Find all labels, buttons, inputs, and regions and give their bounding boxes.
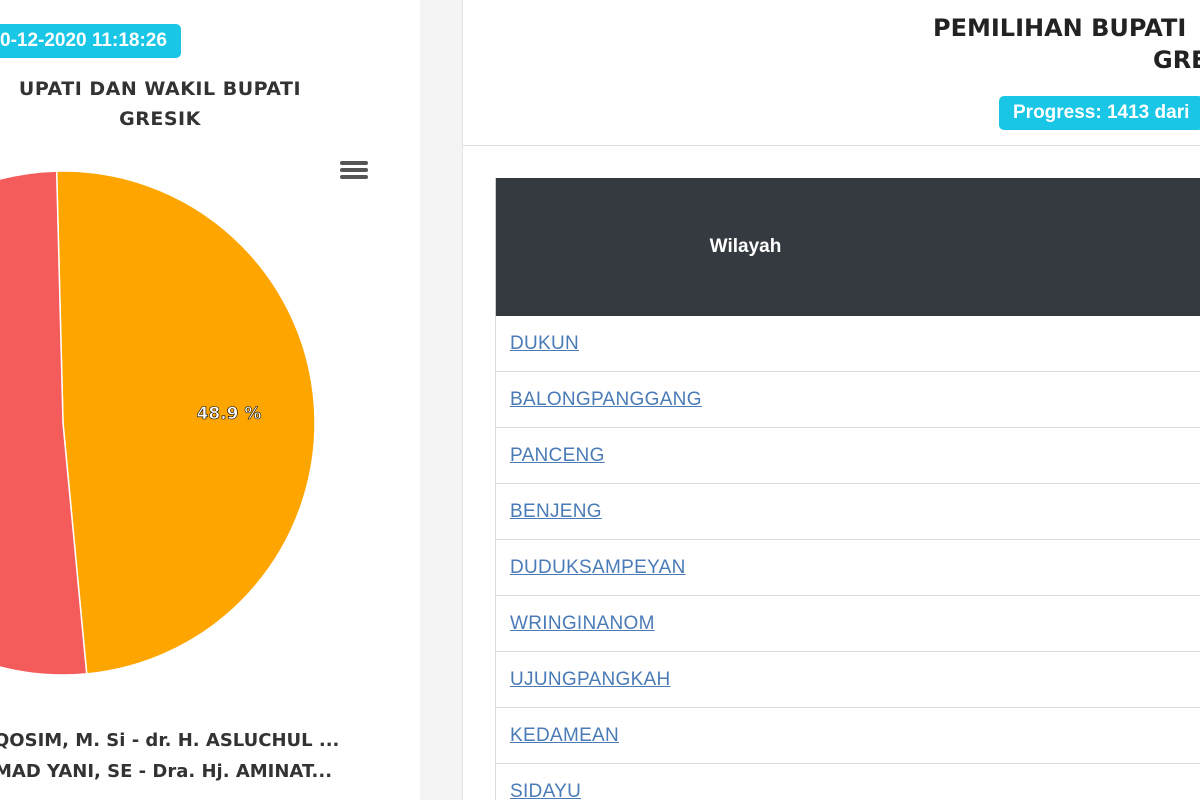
pie-data-label-2: 48.9 % <box>197 404 262 424</box>
table-row: KEDAMEAN <box>495 708 1200 764</box>
table-row: SIDAYU <box>495 764 1200 800</box>
table-row: WRINGINANOM <box>495 596 1200 652</box>
region-link[interactable]: WRINGINANOM <box>510 613 655 635</box>
region-link[interactable]: UJUNGPANGKAH <box>510 669 671 691</box>
legend-item-2[interactable]: MAD YANI, SE - Dra. Hj. AMINAT... <box>0 756 414 787</box>
progress-badge: Progress: 1413 dari <box>999 96 1200 130</box>
chart-legend: QOSIM, M. Si - dr. H. ASLUCHUL ... MAD Y… <box>0 725 414 787</box>
results-header: PEMILIHAN BUPATI GRE Progress: 1413 dari <box>463 0 1200 146</box>
panel-gap <box>420 0 462 800</box>
page-title-line2: GRE <box>1153 46 1200 74</box>
table-row: UJUNGPANGKAH <box>495 652 1200 708</box>
table-row: BENJENG <box>495 484 1200 540</box>
results-panel: PEMILIHAN BUPATI GRE Progress: 1413 dari… <box>462 0 1200 800</box>
region-link[interactable]: KEDAMEAN <box>510 725 619 747</box>
table-row: PANCENG <box>495 428 1200 484</box>
region-link[interactable]: PANCENG <box>510 445 605 467</box>
region-link[interactable]: DUDUKSAMPEYAN <box>510 557 686 579</box>
table-row: DUKUN <box>495 316 1200 372</box>
region-link[interactable]: BENJENG <box>510 501 602 523</box>
table-row: DUDUKSAMPEYAN <box>495 540 1200 596</box>
region-link[interactable]: BALONGPANGGANG <box>510 389 702 411</box>
results-table: Wilayah DUKUN BALONGPANGGANG PANCENG BEN… <box>495 178 1200 800</box>
page-title: PEMILIHAN BUPATI <box>933 14 1187 42</box>
region-link[interactable]: SIDAYU <box>510 781 581 800</box>
region-link[interactable]: DUKUN <box>510 333 579 355</box>
pie-slice-2[interactable] <box>55 170 316 675</box>
legend-item-1[interactable]: QOSIM, M. Si - dr. H. ASLUCHUL ... <box>0 725 414 756</box>
table-row: BALONGPANGGANG <box>495 372 1200 428</box>
table-header-wilayah: Wilayah <box>495 178 1200 316</box>
chart-panel: 0-12-2020 11:18:26 UPATI DAN WAKIL BUPAT… <box>0 0 420 800</box>
pie-chart: 48.9 % <box>0 170 316 676</box>
